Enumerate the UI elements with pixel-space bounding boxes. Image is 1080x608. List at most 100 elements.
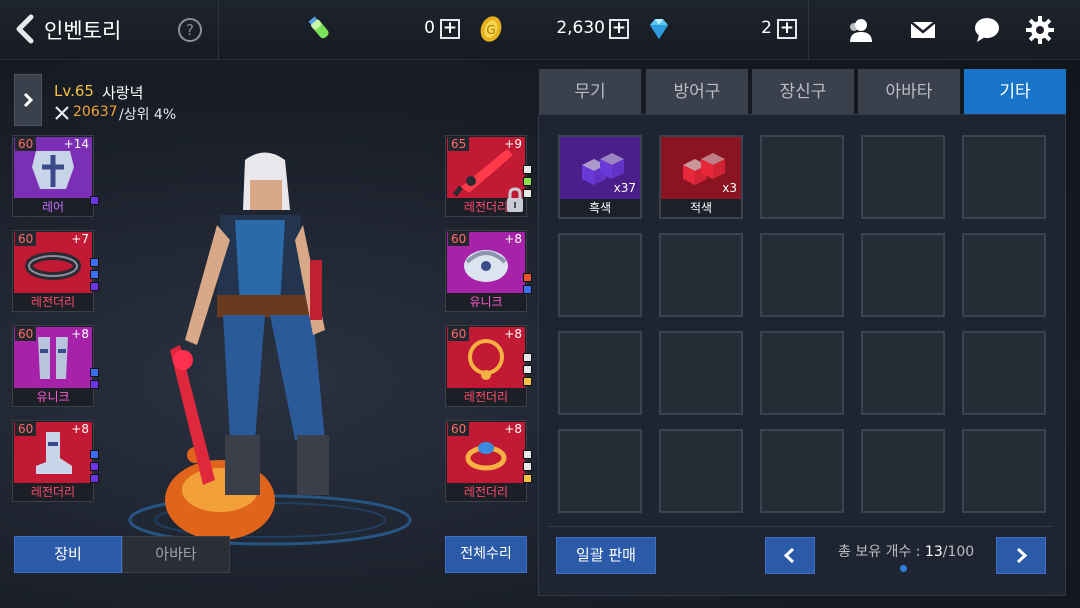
empty-inventory-slot[interactable] — [558, 429, 642, 513]
empty-inventory-slot[interactable] — [861, 429, 945, 513]
empty-inventory-slot[interactable] — [861, 331, 945, 415]
item-rarity: 레전더리 — [446, 483, 526, 501]
friends-icon[interactable] — [846, 15, 876, 45]
empty-inventory-slot[interactable] — [760, 135, 844, 219]
tab-accessories[interactable]: 장신구 — [752, 69, 854, 115]
bulk-sell-button[interactable]: 일괄 판매 — [556, 537, 656, 574]
empty-inventory-slot[interactable] — [659, 331, 743, 415]
repair-all-button[interactable]: 전체수리 — [445, 536, 527, 573]
item-name: 흑색 — [560, 199, 640, 217]
back-arrow-icon[interactable] — [14, 14, 38, 44]
lock-icon[interactable] — [504, 186, 526, 214]
empty-inventory-slot[interactable] — [760, 429, 844, 513]
gem-socket — [90, 450, 99, 459]
empty-inventory-slot[interactable] — [659, 233, 743, 317]
item-count: 총 보유 개수 : 13/100 — [838, 541, 974, 561]
gem-socket — [90, 282, 99, 291]
chevron-right-icon — [23, 92, 34, 108]
energy-value: 0 — [424, 18, 435, 38]
divider — [218, 0, 219, 60]
character-model[interactable] — [125, 140, 425, 550]
item-rarity: 유니크 — [446, 293, 526, 311]
equip-slot-belt[interactable]: 60 +7 레전더리 — [12, 230, 94, 312]
item-rarity: 레어 — [13, 198, 93, 216]
divider — [808, 0, 809, 60]
help-icon[interactable]: ? — [178, 18, 202, 42]
item-level: 60 — [448, 422, 470, 436]
item-level: 60 — [448, 232, 470, 246]
empty-inventory-slot[interactable] — [962, 233, 1046, 317]
chevron-left-icon — [783, 547, 795, 564]
diamond-value: 2 — [761, 18, 772, 38]
gem-sockets — [90, 258, 100, 294]
tab-weapons[interactable]: 무기 — [539, 69, 641, 115]
chat-icon[interactable] — [972, 15, 1002, 45]
gem-socket — [523, 273, 532, 282]
item-rarity: 유니크 — [13, 388, 93, 406]
item-rarity: 레전더리 — [446, 388, 526, 406]
tab-armor[interactable]: 방어구 — [646, 69, 748, 115]
gem-sockets — [523, 450, 533, 486]
item-quantity: x3 — [722, 181, 737, 195]
page-title: 인벤토리 — [44, 19, 122, 43]
gem-socket — [90, 462, 99, 471]
gem-socket — [523, 165, 532, 174]
gem-socket — [90, 196, 99, 205]
expand-character-button[interactable] — [14, 74, 42, 126]
item-quantity: x37 — [613, 181, 636, 195]
add-diamond-button[interactable]: + — [777, 19, 797, 39]
equipment-tab-button[interactable]: 장비 — [14, 536, 122, 573]
equip-slot-boots[interactable]: 60 +8 레전더리 — [12, 420, 94, 502]
item-level: 65 — [448, 137, 470, 151]
combat-power: 20637 — [73, 104, 118, 120]
crossed-swords-icon — [55, 106, 69, 120]
mail-icon[interactable] — [908, 15, 938, 45]
add-energy-button[interactable]: + — [440, 19, 460, 39]
svg-text:G: G — [486, 23, 495, 37]
gem-socket — [523, 474, 532, 483]
enhance-level: +8 — [71, 422, 89, 436]
empty-inventory-slot[interactable] — [861, 135, 945, 219]
equip-slot-armor[interactable]: 60 +14 레어 — [12, 135, 94, 217]
item-count-current: 13 — [924, 544, 943, 560]
enhance-level: +7 — [71, 232, 89, 246]
prev-page-button[interactable] — [765, 537, 815, 574]
empty-inventory-slot[interactable] — [962, 331, 1046, 415]
inventory-item[interactable]: x37 흑색 — [558, 135, 642, 219]
equip-slot-ring[interactable]: 60 +8 레전더리 — [445, 420, 527, 502]
avatar-tab-button[interactable]: 아바타 — [122, 536, 230, 573]
item-level: 60 — [15, 137, 37, 151]
gem-socket — [523, 285, 532, 294]
empty-inventory-slot[interactable] — [962, 135, 1046, 219]
gem-sockets — [90, 450, 100, 486]
gold-value: 2,630 — [556, 18, 605, 38]
empty-inventory-slot[interactable] — [558, 331, 642, 415]
gem-socket — [90, 474, 99, 483]
add-gold-button[interactable]: + — [609, 19, 629, 39]
gem-socket — [90, 368, 99, 377]
divider — [548, 526, 1054, 527]
equip-slot-shoulder[interactable]: 60 +8 유니크 — [445, 230, 527, 312]
gem-sockets — [90, 196, 100, 208]
settings-gear-icon[interactable] — [1025, 15, 1055, 45]
empty-inventory-slot[interactable] — [760, 233, 844, 317]
empty-inventory-slot[interactable] — [962, 429, 1046, 513]
gem-sockets — [90, 368, 100, 392]
character-name: 사랑녁 — [102, 84, 144, 102]
empty-inventory-slot[interactable] — [861, 233, 945, 317]
tab-etc[interactable]: 기타 — [964, 69, 1066, 115]
enhance-level: +8 — [504, 422, 522, 436]
empty-inventory-slot[interactable] — [760, 331, 844, 415]
equip-slot-necklace[interactable]: 60 +8 레전더리 — [445, 325, 527, 407]
page-indicator — [900, 565, 907, 572]
enhance-level: +9 — [504, 137, 522, 151]
empty-inventory-slot[interactable] — [558, 233, 642, 317]
gem-socket — [90, 270, 99, 279]
equip-slot-greaves[interactable]: 60 +8 유니크 — [12, 325, 94, 407]
empty-inventory-slot[interactable] — [659, 429, 743, 513]
inventory-screen: 인벤토리 ? 0 + G 2,630 + 2 + Lv.65 사랑녁 20637… — [0, 0, 1080, 608]
tab-avatar[interactable]: 아바타 — [858, 69, 960, 115]
inventory-item[interactable]: x3 적색 — [659, 135, 743, 219]
next-page-button[interactable] — [996, 537, 1046, 574]
gem-socket — [523, 377, 532, 386]
